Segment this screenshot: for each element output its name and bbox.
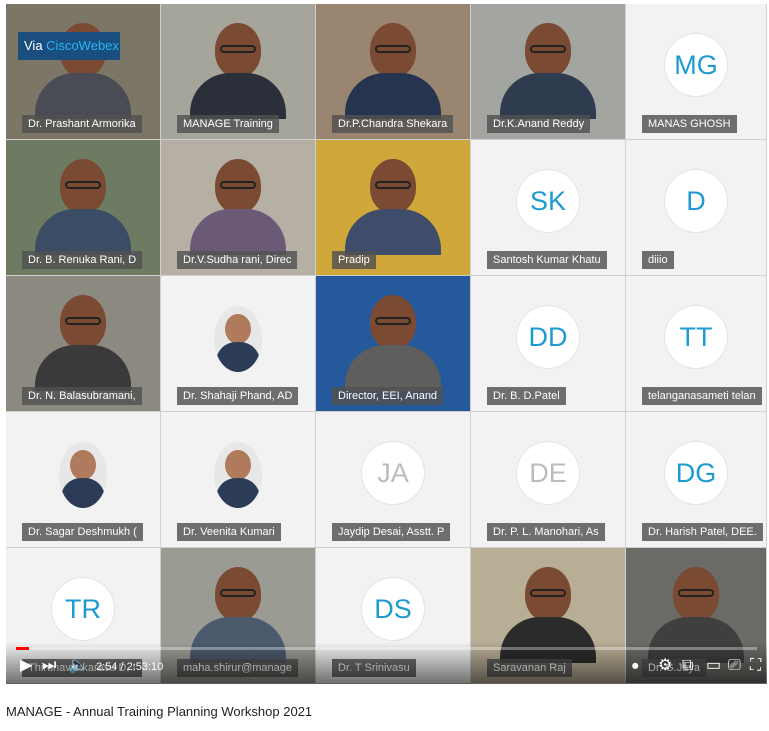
profile-photo bbox=[59, 442, 107, 508]
progress-bar[interactable] bbox=[16, 647, 757, 650]
participant-tile: Ddiiio bbox=[626, 140, 767, 276]
initials-avatar: TT bbox=[665, 306, 727, 368]
participant-video bbox=[35, 295, 131, 391]
participant-tile: Dr.K.Anand Reddy bbox=[471, 4, 626, 140]
person-body bbox=[35, 209, 131, 255]
person-body bbox=[35, 345, 131, 391]
participant-tile: DD Dr. B. D.Patel bbox=[471, 276, 626, 412]
participant-video bbox=[190, 159, 286, 255]
participant-name-label: Dr.K.Anand Reddy bbox=[487, 115, 591, 133]
participant-name-label: Dr.V.Sudha rani, Direc bbox=[177, 251, 298, 269]
participant-tile: TT telanganasameti telan bbox=[626, 276, 767, 412]
profile-photo bbox=[214, 442, 262, 508]
glasses-icon bbox=[530, 45, 566, 53]
participant-tile: DG Dr. Harish Patel, DEE. bbox=[626, 412, 767, 548]
miniplayer-icon[interactable]: ⧉ bbox=[682, 658, 693, 674]
participant-name-label: Dr. Prashant Armorika bbox=[22, 115, 142, 133]
glasses-icon bbox=[220, 181, 256, 189]
participant-video bbox=[345, 23, 441, 119]
person-body bbox=[500, 73, 596, 119]
glasses-icon bbox=[375, 45, 411, 53]
play-icon[interactable]: ▶ bbox=[20, 658, 32, 674]
progress-fill bbox=[16, 647, 29, 650]
initials-avatar: DG bbox=[665, 442, 727, 504]
initials-avatar: DE bbox=[517, 442, 579, 504]
participant-tile: MANAGE Training bbox=[161, 4, 316, 140]
participant-name-label: telanganasameti telan bbox=[642, 387, 762, 405]
time-display: 2:54 / 2:53:10 bbox=[96, 661, 164, 673]
cast-icon[interactable]: ⎚ bbox=[728, 658, 741, 674]
initials-avatar: D bbox=[665, 170, 727, 232]
participant-name-label: Director, EEI, Anand bbox=[332, 387, 444, 405]
participant-name-label: Dr. Veenita Kumari bbox=[177, 523, 281, 541]
glasses-icon bbox=[65, 317, 101, 325]
person-body bbox=[345, 345, 441, 391]
participant-name-label: Pradip bbox=[332, 251, 376, 269]
participant-tile: SK Santosh Kumar Khatu bbox=[471, 140, 626, 276]
webex-badge: Via CiscoWebex bbox=[18, 32, 120, 60]
next-icon[interactable]: ⏭ bbox=[42, 658, 56, 674]
glasses-icon bbox=[375, 317, 411, 325]
participant-tile: JA Jaydip Desai, Asstt. P bbox=[316, 412, 471, 548]
initials-avatar: MG bbox=[665, 34, 727, 96]
person-body bbox=[190, 209, 286, 255]
person-body bbox=[345, 73, 441, 119]
participant-tile: DE Dr. P. L. Manohari, As bbox=[471, 412, 626, 548]
autoplay-toggle-icon[interactable]: ⏺ bbox=[632, 658, 639, 674]
initials-avatar: DD bbox=[517, 306, 579, 368]
video-player[interactable]: Dr. Prashant Armorika MANAGE Training Dr.P… bbox=[6, 4, 767, 684]
participant-tile: Dr.P.Chandra Shekara bbox=[316, 4, 471, 140]
participant-name-label: Jaydip Desai, Asstt. P bbox=[332, 523, 451, 541]
player-controls: ▶ ⏭ 🔈 2:54 / 2:53:10 ⏺ ⚙ ⧉ ▭ ⎚ ⛶ bbox=[6, 642, 767, 684]
participant-tile: Dr.V.Sudha rani, Direc bbox=[161, 140, 316, 276]
participant-tile: Pradip bbox=[316, 140, 471, 276]
initials-avatar: SK bbox=[517, 170, 579, 232]
participant-name-label: MANAGE Training bbox=[177, 115, 279, 133]
participant-tile: Dr. Prashant Armorika bbox=[6, 4, 161, 140]
participant-name-label: Dr. N. Balasubramani, bbox=[22, 387, 142, 405]
participant-name-label: Dr. Sagar Deshmukh ( bbox=[22, 523, 143, 541]
participant-tile: Dr. N. Balasubramani, bbox=[6, 276, 161, 412]
volume-icon[interactable]: 🔈 bbox=[68, 658, 88, 674]
glasses-icon bbox=[530, 589, 566, 597]
glasses-icon bbox=[220, 45, 256, 53]
participant-name-label: Dr. P. L. Manohari, As bbox=[487, 523, 605, 541]
participant-tile: Dr. B. Renuka Rani, D bbox=[6, 140, 161, 276]
glasses-icon bbox=[678, 589, 714, 597]
participant-name-label: Dr. Shahaji Phand, AD bbox=[177, 387, 299, 405]
initials-avatar: JA bbox=[362, 442, 424, 504]
participant-video bbox=[35, 159, 131, 255]
gear-icon[interactable]: ⚙ bbox=[658, 658, 672, 674]
participant-name-label: Dr. Harish Patel, DEE. bbox=[642, 523, 763, 541]
person-body bbox=[345, 209, 441, 255]
participant-name-label: Santosh Kumar Khatu bbox=[487, 251, 607, 269]
participant-tile: Director, EEI, Anand bbox=[316, 276, 471, 412]
participant-name-label: diiio bbox=[642, 251, 674, 269]
participant-grid: Dr. Prashant Armorika MANAGE Training Dr.P… bbox=[6, 4, 767, 684]
initials-avatar: DS bbox=[362, 578, 424, 640]
video-title: MANAGE - Annual Training Planning Worksh… bbox=[6, 704, 313, 719]
fullscreen-icon[interactable]: ⛶ bbox=[750, 658, 761, 674]
participant-video bbox=[345, 295, 441, 391]
glasses-icon bbox=[375, 181, 411, 189]
participant-name-label: Dr.P.Chandra Shekara bbox=[332, 115, 454, 133]
person-body bbox=[35, 73, 131, 119]
participant-name-label: Dr. B. Renuka Rani, D bbox=[22, 251, 143, 269]
profile-photo bbox=[214, 306, 262, 372]
participant-video bbox=[345, 159, 441, 255]
participant-tile: Dr. Sagar Deshmukh ( bbox=[6, 412, 161, 548]
participant-tile: MG MANAS GHOSH bbox=[626, 4, 767, 140]
glasses-icon bbox=[220, 589, 256, 597]
person-body bbox=[190, 73, 286, 119]
initials-avatar: TR bbox=[52, 578, 114, 640]
participant-tile: Dr. Veenita Kumari bbox=[161, 412, 316, 548]
participant-video bbox=[500, 23, 596, 119]
participant-name-label: MANAS GHOSH bbox=[642, 115, 737, 133]
participant-video bbox=[190, 23, 286, 119]
theater-mode-icon[interactable]: ▭ bbox=[706, 658, 721, 674]
participant-tile: Dr. Shahaji Phand, AD bbox=[161, 276, 316, 412]
participant-name-label: Dr. B. D.Patel bbox=[487, 387, 566, 405]
glasses-icon bbox=[65, 181, 101, 189]
